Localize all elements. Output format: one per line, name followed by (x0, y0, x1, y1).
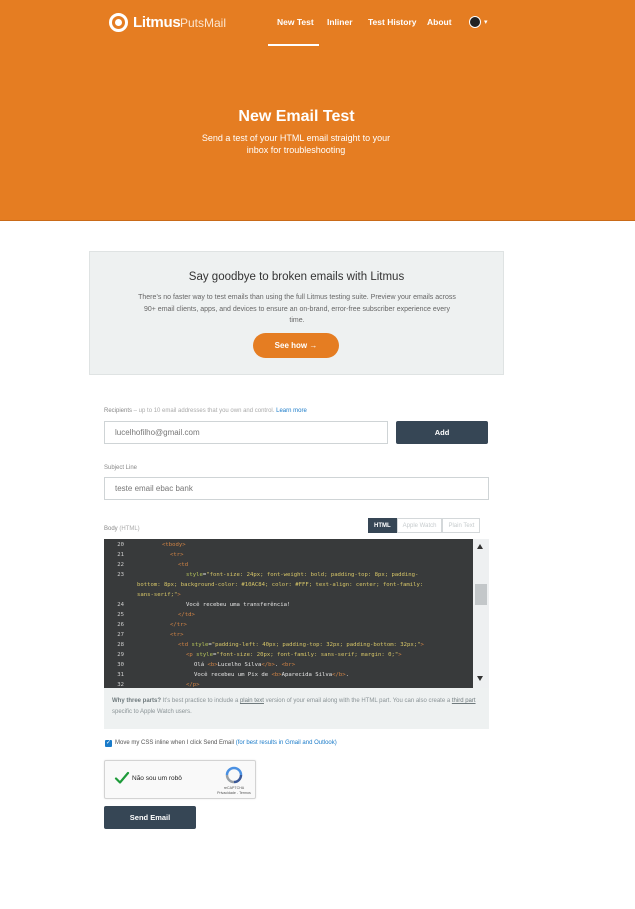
code-line: </tr> (170, 622, 187, 628)
tab-plain-text[interactable]: Plain Text (442, 518, 481, 533)
line-number: 31 (117, 672, 124, 678)
see-how-button[interactable]: See how → (253, 333, 339, 358)
inline-css-label: Move my CSS inline when I click Send Ema… (115, 740, 337, 746)
recaptcha-logo-icon (225, 766, 243, 784)
body-label: Body (HTML) (104, 526, 140, 532)
page-title: New Email Test (238, 108, 355, 125)
editor-scrollbar[interactable] (473, 539, 489, 688)
line-number: 30 (117, 662, 124, 668)
recipients-label-text: Recipients (104, 408, 133, 414)
three-parts-note: Why three parts? It’s best practice to i… (104, 688, 489, 729)
profile-menu[interactable]: ▾ (469, 16, 488, 28)
code-line: <tbody> (162, 542, 186, 548)
line-number: 29 (117, 652, 124, 658)
recipients-hint: – up to 10 email addresses that you own … (132, 408, 275, 414)
note-text: It’s best practice to include a (161, 698, 240, 704)
logo-text: Litmus (133, 14, 181, 31)
inline-css-hint: (for best results in Gmail and Outlook) (234, 740, 337, 746)
nav-test-history[interactable]: Test History (368, 17, 417, 27)
page-subtitle: Send a test of your HTML email straight … (201, 133, 391, 155)
code-line: <p style="font-size: 20px; font-family: … (186, 652, 402, 658)
code-line: style="font-size: 24px; font-weight: bol… (186, 572, 419, 578)
scrollbar-thumb[interactable] (475, 584, 487, 605)
scroll-down-arrow-icon[interactable] (477, 676, 483, 681)
code-line: </td> (178, 612, 195, 618)
code-line: <tr> (170, 632, 184, 638)
captcha-privacy-links[interactable]: Privacidade - Termos (216, 791, 252, 796)
litmus-promo-card: Say goodbye to broken emails with Litmus… (89, 251, 504, 375)
learn-more-link[interactable]: Learn more (276, 408, 307, 414)
code-line: <td style="padding-left: 40px; padding-t… (178, 642, 424, 648)
subject-line-input[interactable]: teste email ebac bank (104, 477, 489, 500)
html-code-editor[interactable]: 20 21 22 23 24 25 26 27 28 29 30 31 32 <… (104, 539, 489, 688)
code-line: sans-serif;"> (137, 592, 181, 598)
recipients-label: Recipients – up to 10 email addresses th… (104, 408, 307, 414)
line-number: 27 (117, 632, 124, 638)
nav-inliner[interactable]: Inliner (327, 17, 353, 27)
scroll-up-arrow-icon[interactable] (477, 544, 483, 549)
inline-css-checkbox[interactable]: ✓ (105, 740, 112, 747)
code-line: Você recebeu um Pix de <b>Aparecida Silv… (194, 672, 349, 678)
promo-text: There’s no faster way to test emails tha… (138, 294, 456, 324)
body-format-tabs: HTML Apple Watch Plain Text (368, 518, 481, 533)
code-line: <tr> (170, 552, 184, 558)
line-number: 28 (117, 642, 124, 648)
chevron-down-icon: ▾ (484, 19, 488, 26)
promo-title: Say goodbye to broken emails with Litmus (188, 271, 405, 283)
line-number: 24 (117, 602, 124, 608)
send-email-button[interactable]: Send Email (104, 806, 196, 829)
captcha-label: Não sou um robô (132, 775, 182, 782)
recipient-email-input[interactable]: lucelhofilho@gmail.com (104, 421, 388, 444)
subject-label: Subject Line (104, 465, 138, 471)
third-part-link[interactable]: third part (452, 698, 476, 704)
checkmark-icon[interactable] (114, 770, 130, 786)
line-number: 26 (117, 622, 124, 628)
litmus-logo-icon (109, 13, 128, 32)
inline-css-label-text: Move my CSS inline when I click Send Ema… (115, 740, 235, 746)
litmus-logo[interactable]: Litmus (109, 13, 181, 32)
line-number: 23 (117, 572, 124, 578)
note-lead: Why three parts? (112, 698, 162, 704)
body-label-text: Body (104, 526, 118, 532)
tab-html[interactable]: HTML (368, 518, 397, 533)
recaptcha-widget[interactable]: Não sou um robô reCAPTCHA Privacidade - … (104, 760, 256, 799)
note-text: version of your email along with the HTM… (263, 698, 452, 704)
code-line: <td (178, 562, 189, 568)
avatar-icon (469, 16, 481, 28)
note-text: specific to Apple Watch users. (112, 709, 192, 715)
line-number: 25 (117, 612, 124, 618)
code-line: bottom: 8px; background-color: #10AC84; … (137, 582, 424, 588)
product-name[interactable]: PutsMail (180, 16, 226, 30)
code-line: Você recebeu uma transferência! (186, 602, 291, 608)
nav-new-test[interactable]: New Test (277, 17, 314, 27)
plain-text-link[interactable]: plain text (240, 698, 264, 704)
body-label-hint: (HTML) (117, 526, 140, 532)
code-line: Olá <b>Lucelho Silva</b>. <br> (194, 662, 296, 668)
add-recipient-button[interactable]: Add (396, 421, 488, 444)
line-number: 21 (117, 552, 124, 558)
line-number: 22 (117, 562, 124, 568)
nav-about[interactable]: About (427, 17, 452, 27)
top-navigation-bar (0, 0, 635, 46)
line-number: 20 (117, 542, 124, 548)
tab-apple-watch[interactable]: Apple Watch (396, 518, 443, 533)
captcha-brand: reCAPTCHA Privacidade - Termos (216, 786, 252, 796)
